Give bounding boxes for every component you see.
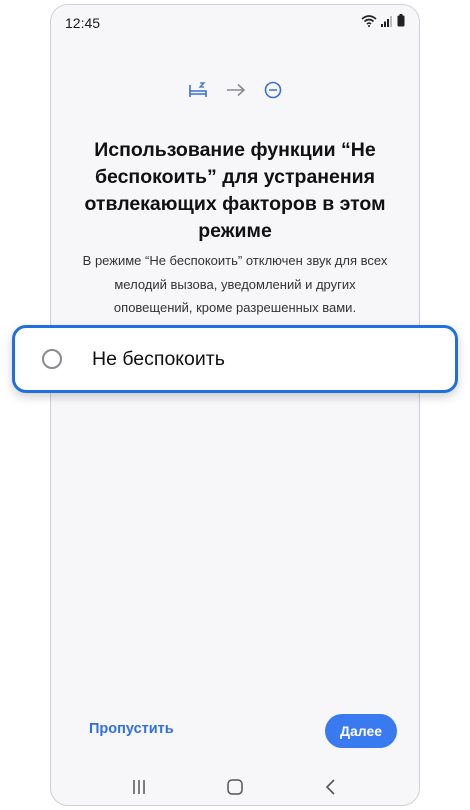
next-button[interactable]: Далее — [325, 714, 397, 748]
option-label: Не беспокоить — [92, 347, 225, 370]
navigation-bar — [51, 770, 419, 804]
wifi-icon — [361, 14, 377, 32]
back-icon[interactable] — [311, 772, 351, 802]
flow-icons — [51, 81, 419, 104]
page-description: В режиме “Не беспокоить” отключен звук д… — [82, 253, 388, 315]
do-not-disturb-option[interactable]: Не беспокоить — [12, 325, 458, 393]
status-bar: 12:45 — [51, 5, 419, 41]
skip-button[interactable]: Пропустить — [89, 721, 174, 737]
phone-screen: 12:45 Использование функции “Не беспокои… — [50, 4, 420, 806]
bottom-actions: Пропустить Далее — [51, 710, 419, 750]
signal-icon — [381, 14, 393, 32]
bed-icon — [188, 81, 208, 104]
status-time: 12:45 — [65, 15, 101, 31]
arrow-right-icon — [226, 83, 246, 102]
do-not-disturb-icon — [264, 81, 282, 104]
recents-icon[interactable] — [119, 772, 159, 802]
page-title: Использование функции “Не беспокоить” дл… — [84, 139, 386, 242]
home-icon[interactable] — [215, 772, 255, 802]
battery-icon — [397, 14, 405, 32]
option-radio[interactable] — [42, 349, 62, 369]
status-icons — [361, 14, 405, 32]
